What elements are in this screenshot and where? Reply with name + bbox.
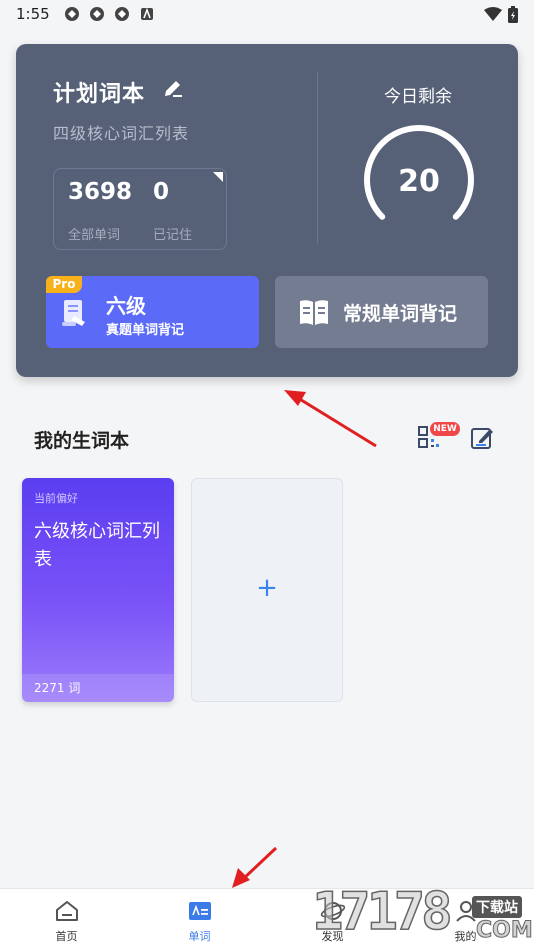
book-icon	[300, 300, 328, 325]
pro-badge: Pro	[46, 276, 82, 293]
word-card-icon	[189, 902, 211, 920]
annotation-arrow	[232, 846, 278, 888]
tab-discover[interactable]: 发现	[266, 889, 399, 950]
notification-icon	[64, 7, 79, 21]
user-icon	[456, 901, 476, 922]
tab-home-label: 首页	[55, 930, 78, 943]
scroll-icon	[62, 300, 85, 326]
tab-mine[interactable]: 我的	[399, 889, 532, 950]
tab-words-label: 单词	[188, 930, 211, 943]
wifi-icon	[484, 7, 502, 21]
notification-icon	[89, 7, 104, 21]
section-title: 我的生词本	[34, 430, 130, 452]
cet6-title: 六级	[106, 294, 146, 318]
today-remaining-label: 今日剩余	[384, 87, 452, 107]
memorized-count: 0	[153, 179, 170, 205]
status-bar: 1:55	[0, 0, 534, 28]
total-words: 3698	[68, 179, 133, 205]
plus-icon: +	[256, 573, 278, 603]
planet-icon	[320, 902, 346, 920]
edit-icon[interactable]	[162, 77, 184, 99]
battery-icon	[508, 5, 518, 23]
vocab-book-card[interactable]: 当前偏好 六级核心词汇列表 2271 词	[22, 478, 174, 702]
regular-memorize-button[interactable]: 常规单词背记	[275, 276, 488, 348]
home-icon	[56, 901, 78, 921]
add-vocab-book-button[interactable]: +	[191, 478, 343, 702]
note-edit-icon[interactable]	[470, 425, 495, 450]
total-words-label: 全部单词	[68, 228, 121, 243]
memorized-label: 已记住	[153, 228, 193, 243]
plan-subtitle: 四级核心词汇列表	[53, 124, 190, 143]
bottom-tab-bar: 首页 单词 发现 我的	[0, 888, 534, 950]
tab-discover-label: 发现	[321, 930, 344, 943]
notification-icon	[114, 7, 129, 21]
tab-home[interactable]: 首页	[0, 889, 133, 950]
tab-words[interactable]: 单词	[133, 889, 266, 950]
app-notification-icon	[140, 7, 153, 20]
plan-card: 计划词本 四级核心词汇列表 3698 0 全部单词 已记住 今日剩余 20 Pr…	[16, 44, 518, 377]
word-stats[interactable]: 3698 0 全部单词 已记住	[53, 168, 227, 250]
vocab-book-count: 2271 词	[22, 674, 174, 702]
plan-title: 计划词本	[53, 82, 146, 107]
corner-marker	[213, 172, 223, 182]
annotation-arrow	[284, 390, 377, 448]
current-preference-tag: 当前偏好	[34, 492, 78, 505]
today-remaining-count: 20	[398, 164, 440, 199]
cet6-button[interactable]: Pro 六级 真题单词背记	[46, 276, 259, 348]
status-time: 1:55	[16, 5, 50, 23]
cet6-subtitle: 真题单词背记	[106, 323, 185, 338]
regular-memorize-label: 常规单词背记	[343, 302, 458, 325]
status-right	[484, 5, 518, 23]
vocab-book-title: 六级核心词汇列表	[34, 521, 160, 570]
tab-mine-label: 我的	[454, 930, 477, 943]
new-badge: NEW	[430, 422, 460, 436]
